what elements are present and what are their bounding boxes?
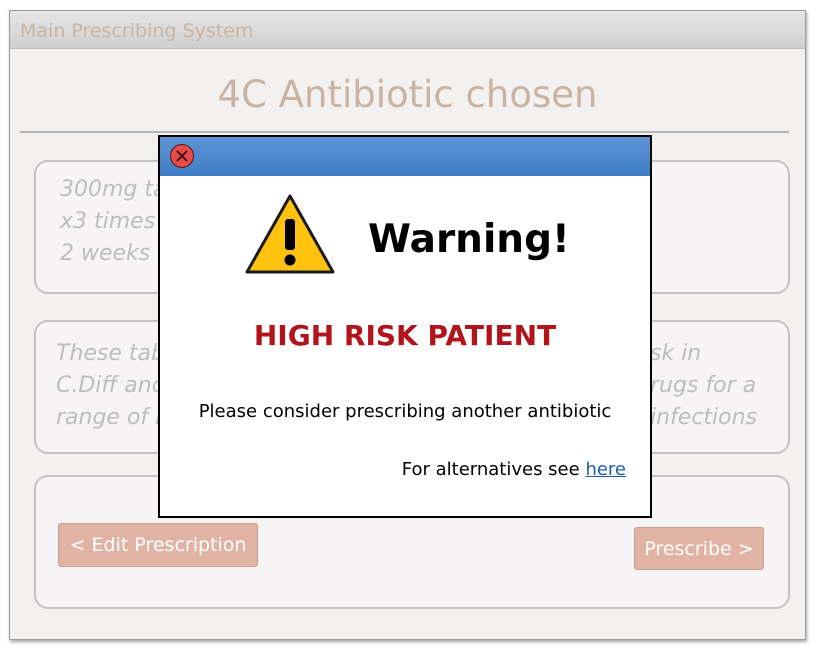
title-divider bbox=[20, 131, 789, 133]
alternatives-row: For alternatives see here bbox=[402, 459, 626, 480]
alternatives-link[interactable]: here bbox=[585, 459, 626, 480]
info-left-line-2: C.Diff and bbox=[56, 373, 166, 398]
prescribe-button[interactable]: Prescribe > bbox=[634, 527, 764, 570]
info-left-line-3: range of i bbox=[56, 405, 162, 430]
dialog-titlebar bbox=[160, 137, 650, 176]
warning-dialog: Warning! HIGH RISK PATIENT Please consid… bbox=[158, 135, 652, 518]
info-text-left: These tab C.Diff and range of i bbox=[56, 338, 166, 434]
info-right-line-1: sk in bbox=[650, 341, 702, 366]
warning-triangle-icon bbox=[245, 194, 335, 274]
page-title: 4C Antibiotic chosen bbox=[217, 73, 598, 116]
info-left-line-1: These tab bbox=[56, 341, 165, 366]
dialog-title: Warning! bbox=[368, 217, 570, 262]
info-right-line-3: infections bbox=[650, 405, 758, 430]
info-text-right: sk in rugs for a infections bbox=[650, 338, 757, 434]
edit-prescription-button[interactable]: < Edit Prescription bbox=[58, 523, 258, 567]
window-titlebar: Main Prescribing System bbox=[10, 11, 805, 49]
info-right-line-2: rugs for a bbox=[650, 373, 757, 398]
window-title: Main Prescribing System bbox=[20, 20, 254, 42]
alternatives-prefix: For alternatives see bbox=[401, 459, 586, 480]
dialog-message: Please consider prescribing another anti… bbox=[198, 401, 612, 422]
risk-alert: HIGH RISK PATIENT bbox=[253, 319, 557, 352]
close-icon[interactable] bbox=[170, 144, 194, 168]
